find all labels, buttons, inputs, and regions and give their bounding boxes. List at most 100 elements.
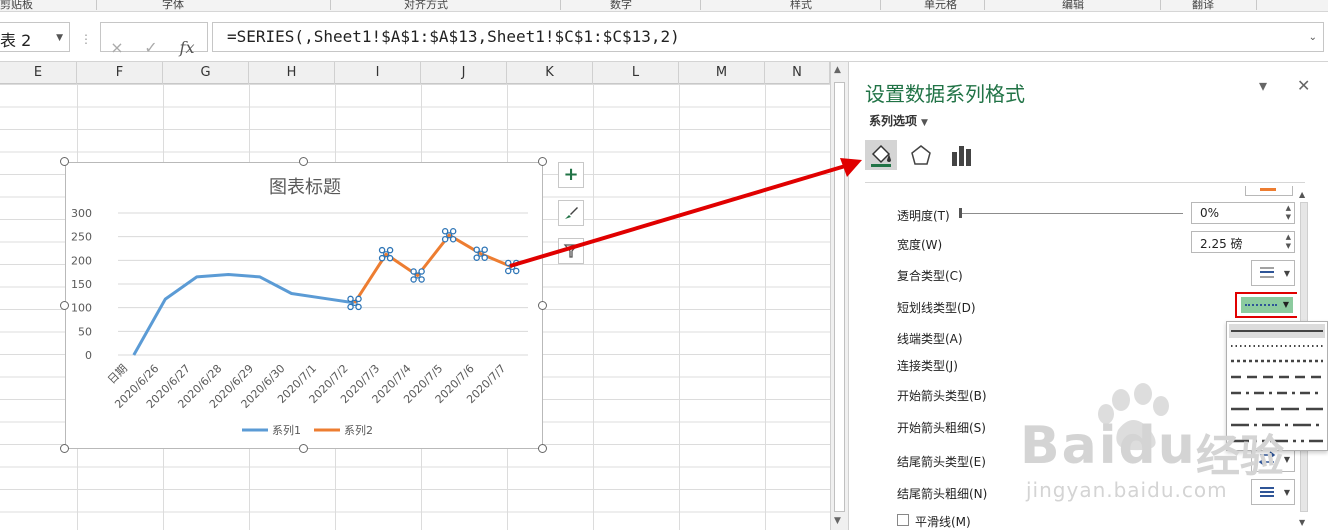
- ribbon-group-font: 字体: [162, 0, 184, 11]
- legend-label-1: 系列1: [272, 423, 301, 437]
- selected-point-marker: [504, 259, 520, 275]
- pane-title: 设置数据系列格式: [865, 82, 1025, 106]
- fill-line-tab[interactable]: [865, 140, 897, 170]
- series-options-dropdown[interactable]: 系列选项 ▼: [869, 112, 928, 129]
- cancel-icon[interactable]: ×: [101, 33, 133, 63]
- grip-icon: ⋮: [80, 32, 92, 46]
- scroll-up-icon[interactable]: ▲: [834, 65, 841, 75]
- series-line-1: [132, 273, 355, 356]
- series-options-tab[interactable]: [945, 140, 977, 170]
- smooth-line-label: 平滑线(M): [915, 515, 971, 529]
- slider-thumb[interactable]: [959, 208, 962, 218]
- chart-elements-button[interactable]: +: [558, 162, 584, 188]
- resize-handle[interactable]: [538, 301, 547, 310]
- smooth-line-checkbox[interactable]: [897, 514, 909, 526]
- ribbon-group-alignment: 对齐方式: [404, 0, 448, 11]
- column-header-h[interactable]: H: [249, 62, 335, 84]
- column-header-g[interactable]: G: [163, 62, 249, 84]
- chevron-down-icon: ▼: [1283, 269, 1290, 278]
- column-header-l[interactable]: L: [593, 62, 679, 84]
- series-options-label: 系列选项: [869, 114, 918, 128]
- resize-handle[interactable]: [60, 157, 69, 166]
- column-header-j[interactable]: J: [421, 62, 507, 84]
- width-input[interactable]: 2.25 磅 ▲ ▼: [1191, 231, 1295, 253]
- column-header-m[interactable]: M: [679, 62, 765, 84]
- transparency-input[interactable]: 0% ▲ ▼: [1191, 202, 1295, 224]
- legend-label-2: 系列2: [344, 423, 373, 437]
- color-button-partial[interactable]: [1245, 186, 1293, 196]
- width-label: 宽度(W): [897, 238, 943, 252]
- y-tick-label: 300: [71, 207, 92, 220]
- chevron-down-icon: ▼: [921, 118, 928, 128]
- watermark-url: jingyan.baidu.com: [1026, 478, 1228, 502]
- resize-handle[interactable]: [538, 157, 547, 166]
- close-icon[interactable]: ✕: [1297, 76, 1310, 95]
- chart-filters-button[interactable]: [558, 238, 584, 264]
- insert-function-icon[interactable]: fx: [171, 33, 203, 63]
- series-line-2: [353, 233, 513, 304]
- plus-icon: +: [563, 164, 579, 185]
- spin-arrows-icon[interactable]: ▲ ▼: [1286, 204, 1291, 222]
- end-arrow-type-label: 结尾箭头类型(E): [897, 455, 986, 469]
- x-tick-label: 日期: [105, 362, 130, 387]
- brush-icon: [565, 207, 578, 219]
- scroll-up-icon[interactable]: ▲: [1299, 190, 1305, 199]
- name-box[interactable]: 表 2 ▼: [0, 22, 70, 52]
- transparency-value: 0%: [1200, 206, 1220, 220]
- excel-window: { "ribbon": { "groups": [ {"label": "剪贴板…: [0, 0, 1328, 530]
- pane-options-icon[interactable]: ▾: [1259, 76, 1267, 95]
- column-header-i[interactable]: I: [335, 62, 421, 84]
- ribbon-group-cells: 单元格: [924, 0, 957, 11]
- resize-handle[interactable]: [538, 444, 547, 453]
- column-header-k[interactable]: K: [507, 62, 593, 84]
- scroll-thumb[interactable]: [834, 82, 845, 512]
- formula-text: =SERIES(,Sheet1!$A$1:$A$13,Sheet1!$C$1:$…: [227, 27, 680, 46]
- resize-handle[interactable]: [60, 444, 69, 453]
- chart-styles-button[interactable]: [558, 200, 584, 226]
- transparency-label: 透明度(T): [897, 209, 950, 223]
- compound-type-dropdown[interactable]: ▼: [1251, 260, 1295, 286]
- filter-icon: [563, 244, 579, 258]
- dash-type-label: 短划线类型(D): [897, 301, 976, 315]
- line-chart[interactable]: 图表标题 0 50 100 150 200 250 300 日期 2020/6/26 2020/6…: [65, 162, 543, 449]
- watermark-cn: 经验: [1196, 431, 1284, 482]
- chevron-down-icon[interactable]: ▼: [56, 33, 63, 43]
- y-tick-label: 50: [78, 325, 92, 338]
- join-type-label: 连接类型(J): [897, 359, 958, 373]
- chevron-down-icon: ▼: [1282, 300, 1289, 309]
- dash-type-dropdown[interactable]: ▼: [1235, 292, 1299, 318]
- begin-arrow-size-label: 开始箭头粗细(S): [897, 421, 986, 435]
- compound-type-label: 复合类型(C): [897, 269, 963, 283]
- expand-formula-icon[interactable]: ⌄: [1309, 32, 1317, 43]
- column-header-n[interactable]: N: [765, 62, 830, 84]
- begin-arrow-type-label: 开始箭头类型(B): [897, 389, 987, 403]
- chart-plot: 050100150200250300日期2020/6/262020/6/2720…: [71, 207, 528, 437]
- y-tick-label: 200: [71, 254, 92, 267]
- bar-chart-icon: [952, 146, 971, 166]
- formula-input[interactable]: =SERIES(,Sheet1!$A$1:$A$13,Sheet1!$C$1:$…: [212, 22, 1324, 52]
- spin-arrows-icon[interactable]: ▲ ▼: [1286, 233, 1291, 251]
- ribbon-group-styles: 样式: [790, 0, 812, 11]
- enter-icon[interactable]: ✓: [135, 33, 167, 63]
- column-header-e[interactable]: E: [0, 62, 77, 84]
- baidu-watermark: Baidu 经验 jingyan.baidu.com: [1000, 380, 1328, 530]
- resize-handle[interactable]: [60, 301, 69, 310]
- formula-bar: 表 2 ▼ ⋮ × ✓ fx =SERIES(,Sheet1!$A$1:$A$1…: [0, 12, 1328, 62]
- sheet-vertical-scrollbar[interactable]: ▲ ▼: [830, 62, 848, 530]
- y-tick-label: 150: [71, 278, 92, 291]
- ribbon-group-translate: 翻译: [1192, 0, 1214, 11]
- formula-buttons: × ✓ fx: [100, 22, 208, 57]
- scroll-down-icon[interactable]: ▼: [834, 516, 841, 526]
- name-box-value: 表 2: [0, 31, 32, 50]
- y-tick-label: 0: [85, 349, 92, 362]
- resize-handle[interactable]: [299, 157, 308, 166]
- column-header-f[interactable]: F: [77, 62, 163, 84]
- transparency-slider[interactable]: [961, 213, 1183, 214]
- column-headers: E F G H I J K L M N: [0, 62, 830, 84]
- effects-tab[interactable]: [905, 140, 937, 170]
- paint-bucket-icon: [871, 144, 891, 167]
- ribbon-group-number: 数字: [610, 0, 632, 11]
- width-value: 2.25 磅: [1200, 237, 1243, 251]
- ribbon-group-clipboard: 剪贴板: [0, 0, 33, 11]
- resize-handle[interactable]: [299, 444, 308, 453]
